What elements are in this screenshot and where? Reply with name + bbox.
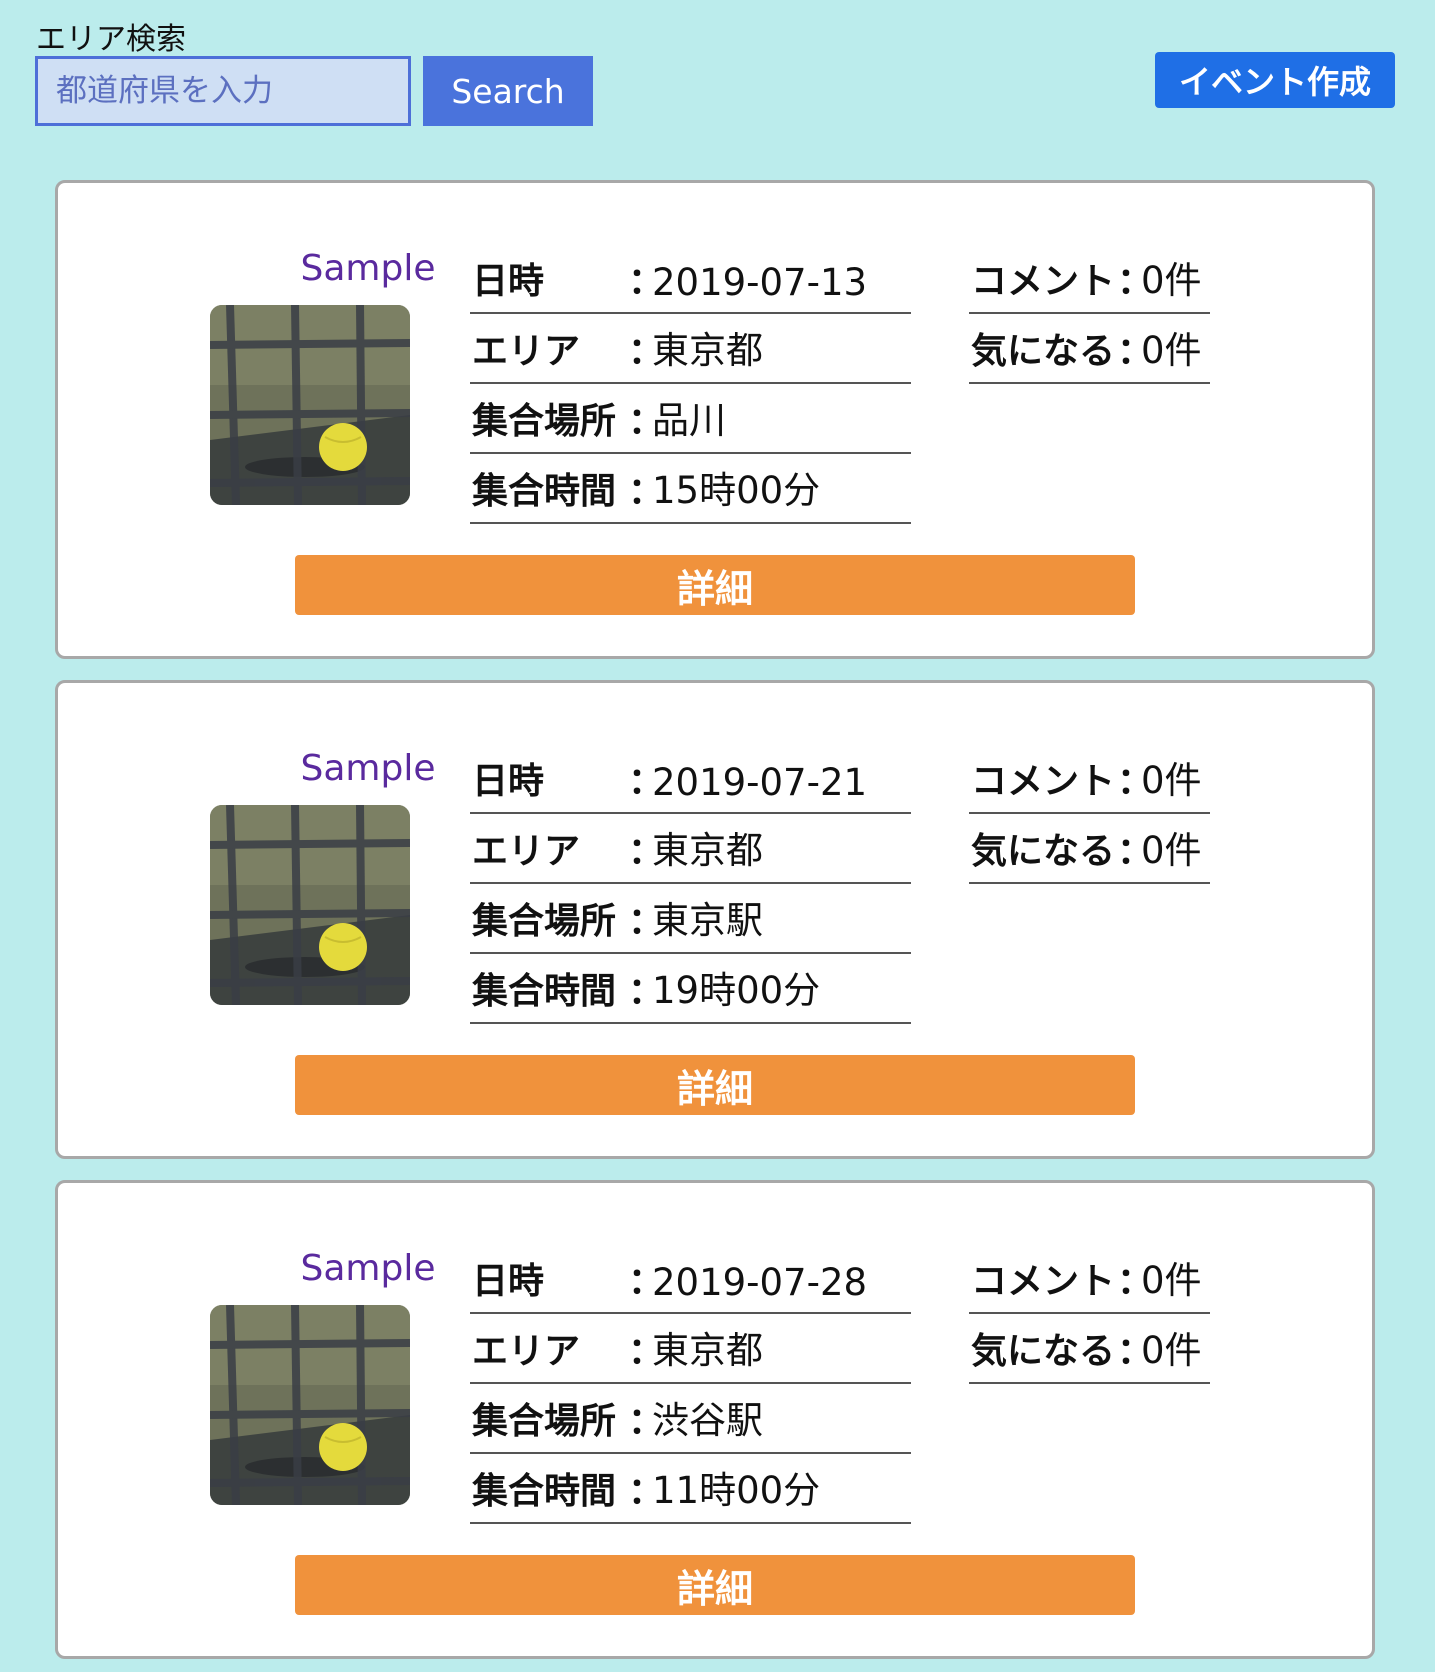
comments-count: 0件 — [1141, 759, 1202, 802]
tennis-ball-photo-icon — [210, 805, 410, 1005]
meeting-place-label: 集合場所 — [472, 1401, 617, 1442]
interested-count: 0件 — [1141, 329, 1202, 372]
meeting-place-row: 集合場所 ： 品川 — [470, 385, 911, 454]
event-card: Sample 日時 ： 2019-07-13 エリア ： 東京都 集合場所 ： … — [55, 180, 1375, 659]
date-row: 日時 ： 2019-07-21 — [470, 745, 911, 814]
date-row: 日時 ： 2019-07-13 — [470, 245, 911, 314]
date-value: 2019-07-28 — [652, 1261, 868, 1304]
interested-label: 気になる — [971, 1331, 1116, 1372]
create-event-button[interactable]: イベント作成 — [1155, 52, 1395, 108]
date-value: 2019-07-21 — [652, 761, 868, 804]
area-label: エリア — [472, 1331, 581, 1372]
meeting-time-label: 集合時間 — [472, 471, 617, 512]
tennis-ball-photo-icon — [210, 1305, 410, 1505]
meeting-place-label: 集合場所 — [472, 901, 617, 942]
meeting-place-label: 集合場所 — [472, 401, 617, 442]
date-label: 日時 — [472, 761, 545, 802]
search-input[interactable] — [35, 56, 411, 126]
comments-label: コメント — [971, 761, 1116, 802]
meeting-place-row: 集合場所 ： 渋谷駅 — [470, 1385, 911, 1454]
sample-label[interactable]: Sample — [248, 748, 488, 789]
meeting-time-value: 19時00分 — [652, 969, 821, 1012]
comments-label: コメント — [971, 1261, 1116, 1302]
meeting-time-label: 集合時間 — [472, 1471, 617, 1512]
date-label: 日時 — [472, 261, 545, 302]
comments-row: コメント ： 0件 — [969, 1245, 1210, 1314]
date-label: 日時 — [472, 1261, 545, 1302]
meeting-time-row: 集合時間 ： 15時00分 — [470, 455, 911, 524]
area-value: 東京都 — [652, 829, 763, 872]
date-value: 2019-07-13 — [652, 261, 868, 304]
event-card: Sample 日時 ： 2019-07-21 エリア ： 東京都 集合場所 ： … — [55, 680, 1375, 1159]
area-row: エリア ： 東京都 — [470, 315, 911, 384]
area-value: 東京都 — [652, 329, 763, 372]
area-label: エリア — [472, 331, 581, 372]
meeting-time-row: 集合時間 ： 11時00分 — [470, 1455, 911, 1524]
area-value: 東京都 — [652, 1329, 763, 1372]
comments-count: 0件 — [1141, 259, 1202, 302]
comments-label: コメント — [971, 261, 1116, 302]
details-button[interactable]: 詳細 — [295, 1555, 1135, 1615]
meeting-place-value: 品川 — [652, 399, 726, 442]
comments-count: 0件 — [1141, 1259, 1202, 1302]
event-card: Sample 日時 ： 2019-07-28 エリア ： 東京都 集合場所 ： … — [55, 1180, 1375, 1659]
meeting-time-value: 15時00分 — [652, 469, 821, 512]
comments-row: コメント ： 0件 — [969, 245, 1210, 314]
area-row: エリア ： 東京都 — [470, 1315, 911, 1384]
interested-label: 気になる — [971, 331, 1116, 372]
meeting-time-row: 集合時間 ： 19時00分 — [470, 955, 911, 1024]
interested-count: 0件 — [1141, 829, 1202, 872]
area-label: エリア — [472, 831, 581, 872]
meeting-place-row: 集合場所 ： 東京駅 — [470, 885, 911, 954]
interested-row: 気になる ： 0件 — [969, 1315, 1210, 1384]
interested-row: 気になる ： 0件 — [969, 315, 1210, 384]
tennis-ball-photo-icon — [210, 305, 410, 505]
date-row: 日時 ： 2019-07-28 — [470, 1245, 911, 1314]
meeting-place-value: 渋谷駅 — [652, 1399, 763, 1442]
event-thumbnail — [210, 805, 410, 1005]
comments-row: コメント ： 0件 — [969, 745, 1210, 814]
meeting-time-value: 11時00分 — [652, 1469, 821, 1512]
event-thumbnail — [210, 1305, 410, 1505]
sample-label[interactable]: Sample — [248, 1248, 488, 1289]
meeting-place-value: 東京駅 — [652, 899, 763, 942]
meeting-time-label: 集合時間 — [472, 971, 617, 1012]
details-button[interactable]: 詳細 — [295, 555, 1135, 615]
search-button[interactable]: Search — [423, 56, 593, 126]
interested-label: 気になる — [971, 831, 1116, 872]
sample-label[interactable]: Sample — [248, 248, 488, 289]
area-row: エリア ： 東京都 — [470, 815, 911, 884]
search-label: エリア検索 — [36, 22, 186, 57]
details-button[interactable]: 詳細 — [295, 1055, 1135, 1115]
interested-count: 0件 — [1141, 1329, 1202, 1372]
event-thumbnail — [210, 305, 410, 505]
interested-row: 気になる ： 0件 — [969, 815, 1210, 884]
